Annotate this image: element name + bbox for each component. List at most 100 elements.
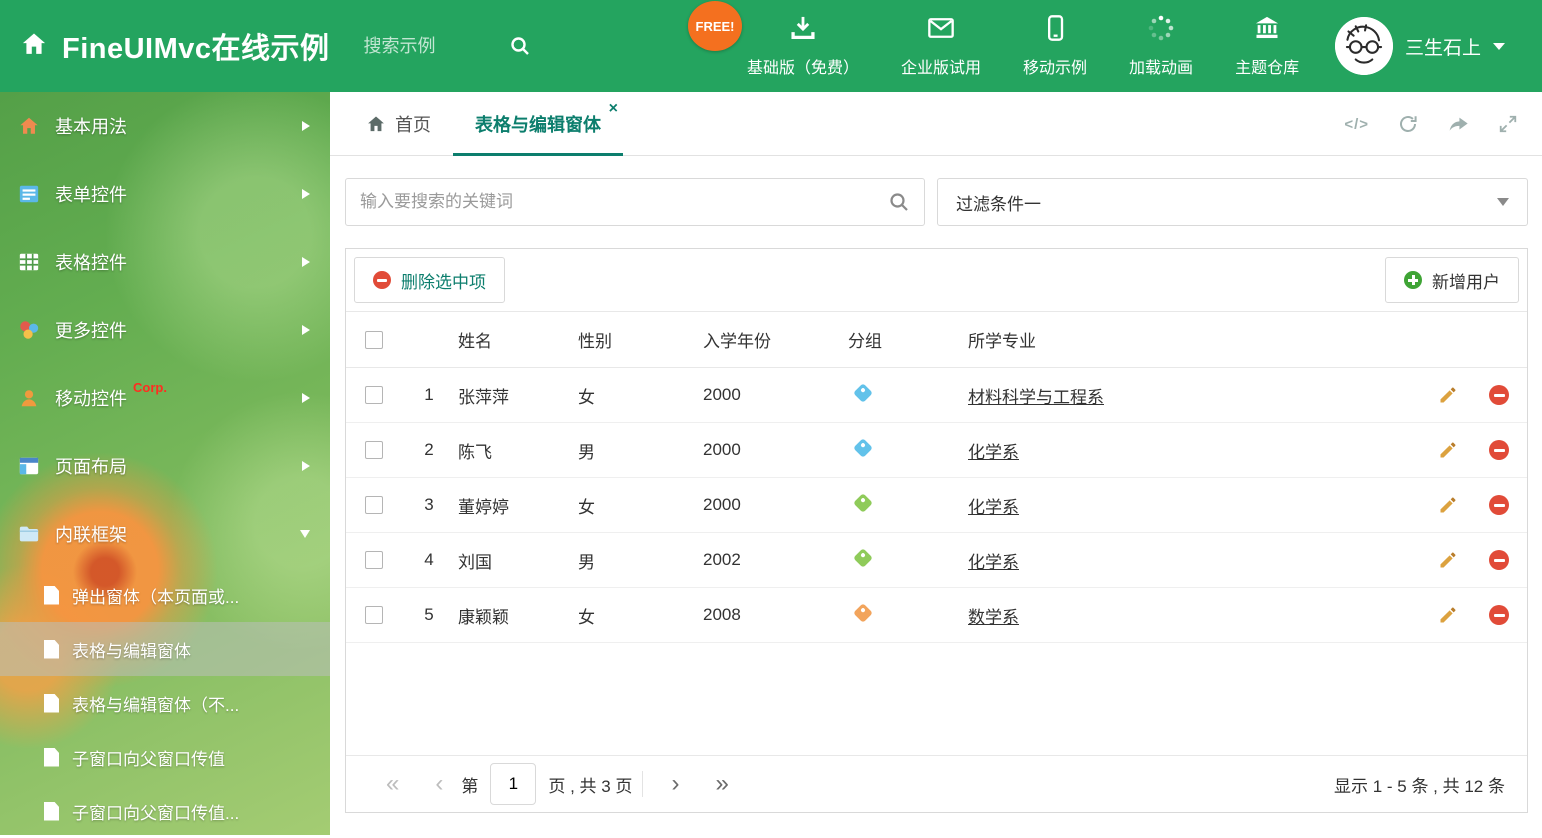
row-name: 陈飞 (458, 442, 492, 462)
sidebar-item-page-layout[interactable]: 页面布局 (0, 432, 330, 500)
sidebar-subitem-child-to-parent-2[interactable]: 子窗口向父窗口传值... (0, 784, 330, 838)
nav-item-enterprise-trial[interactable]: 企业版试用 (880, 0, 1002, 92)
page-label-suffix: 页 , 共 3 页 (548, 776, 633, 796)
bank-icon (1252, 14, 1282, 47)
row-checkbox[interactable] (365, 551, 383, 569)
table-row: 1 张萍萍 女 2000 材料科学与工程系 (346, 368, 1527, 423)
nav-item-mobile-demo[interactable]: 移动示例 (1002, 0, 1108, 92)
file-icon (44, 747, 59, 767)
edit-icon[interactable] (1438, 440, 1458, 460)
major-link[interactable]: 数学系 (968, 608, 1019, 627)
code-icon[interactable]: </> (1344, 116, 1369, 133)
header-search-input[interactable] (363, 35, 499, 57)
sidebar-subitem-grid-edit-window[interactable]: 表格与编辑窗体 (0, 622, 330, 676)
row-year: 2000 (703, 385, 741, 404)
row-name: 董婷婷 (458, 497, 509, 517)
row-checkbox[interactable] (365, 441, 383, 459)
keyword-search-input[interactable] (360, 192, 888, 212)
sidebar-item-grid-controls[interactable]: 表格控件 (0, 228, 330, 296)
mobile-controls-icon (18, 387, 40, 409)
row-gender: 男 (578, 552, 595, 572)
edit-icon[interactable] (1438, 385, 1458, 405)
sidebar-subitem-popup-window[interactable]: 弹出窗体（本页面或... (0, 568, 330, 622)
row-gender: 男 (578, 442, 595, 462)
home-icon (20, 30, 48, 63)
tab-home[interactable]: 首页 (344, 92, 453, 155)
delete-icon[interactable] (1489, 385, 1509, 405)
page-label-prefix: 第 (461, 776, 479, 796)
refresh-icon[interactable] (1397, 113, 1419, 135)
edit-icon[interactable] (1438, 495, 1458, 515)
file-icon (44, 693, 59, 713)
sidebar-subitem-child-to-parent[interactable]: 子窗口向父窗口传值 (0, 730, 330, 784)
record-summary: 显示 1 - 5 条 , 共 12 条 (1334, 776, 1505, 796)
major-link[interactable]: 材料科学与工程系 (968, 388, 1104, 407)
more-controls-icon (18, 319, 40, 341)
tab-grid-edit-window[interactable]: 表格与编辑窗体 × (453, 92, 623, 156)
first-page-button[interactable]: « (368, 772, 417, 796)
table-header-row: 姓名 性别 入学年份 分组 所学专业 (346, 312, 1527, 368)
header-nav: 基础版（免费） 企业版试用 移动示例 加载动画 主题仓库 (726, 0, 1320, 92)
corp-badge: Corp. (133, 380, 167, 395)
user-menu[interactable]: 三生石上 (1335, 0, 1506, 92)
brand[interactable]: FineUIMvc在线示例 (20, 25, 330, 67)
row-year: 2000 (703, 440, 741, 459)
tag-icon (853, 603, 873, 623)
chevron-down-icon (1493, 42, 1506, 50)
page-number-input[interactable] (490, 763, 537, 805)
edit-icon[interactable] (1438, 550, 1458, 570)
tag-icon (853, 383, 873, 403)
row-name: 康颖颖 (458, 607, 509, 627)
loading-spinner-icon (1147, 14, 1175, 47)
pagination-bar: « ‹ 第 页 , 共 3 页 › » 显示 1 - 5 条 , 共 12 条 (346, 755, 1527, 812)
expand-icon[interactable] (1498, 114, 1518, 134)
chevron-right-icon (302, 189, 310, 199)
mobile-icon (1041, 14, 1069, 47)
last-page-button[interactable]: » (697, 772, 746, 796)
free-badge: FREE! (688, 1, 742, 51)
nav-item-basic-free[interactable]: 基础版（免费） (726, 0, 880, 92)
prev-page-button[interactable]: ‹ (417, 772, 461, 796)
row-gender: 女 (578, 497, 595, 517)
keyword-search-box (345, 178, 925, 226)
sidebar-item-form-controls[interactable]: 表单控件 (0, 160, 330, 228)
major-link[interactable]: 化学系 (968, 553, 1019, 572)
row-checkbox[interactable] (365, 386, 383, 404)
search-icon[interactable] (888, 191, 910, 213)
search-icon[interactable] (509, 35, 531, 57)
sidebar: 基本用法 表单控件 表格控件 更多控件 移动控件 Corp. 页面布局 内联框架… (0, 92, 330, 835)
nav-item-loading-animation[interactable]: 加载动画 (1108, 0, 1214, 92)
delete-icon[interactable] (1489, 550, 1509, 570)
divider (642, 771, 644, 797)
sidebar-item-more-controls[interactable]: 更多控件 (0, 296, 330, 364)
row-checkbox[interactable] (365, 496, 383, 514)
delete-icon[interactable] (1489, 605, 1509, 625)
select-all-checkbox[interactable] (365, 330, 383, 349)
row-year: 2002 (703, 550, 741, 569)
next-page-button[interactable]: › (653, 772, 697, 796)
home-icon (18, 115, 40, 137)
filter-dropdown[interactable]: 过滤条件一 (937, 178, 1528, 226)
major-link[interactable]: 化学系 (968, 443, 1019, 462)
chevron-down-icon (300, 530, 310, 538)
delete-icon[interactable] (1489, 440, 1509, 460)
sidebar-item-mobile-controls[interactable]: 移动控件 Corp. (0, 364, 330, 432)
row-year: 2000 (703, 495, 741, 514)
chevron-right-icon (302, 461, 310, 471)
sidebar-item-iframe[interactable]: 内联框架 (0, 500, 330, 568)
main-content: 首页 表格与编辑窗体 × </> 过滤条件一 删除选中项 (330, 92, 1542, 835)
edit-icon[interactable] (1438, 605, 1458, 625)
delete-selected-button[interactable]: 删除选中项 (354, 257, 505, 303)
row-checkbox[interactable] (365, 606, 383, 624)
tab-toolbar: </> (1344, 92, 1518, 156)
minus-circle-icon (373, 271, 391, 289)
major-link[interactable]: 化学系 (968, 498, 1019, 517)
close-icon[interactable]: × (609, 101, 618, 117)
delete-icon[interactable] (1489, 495, 1509, 515)
sidebar-item-basic-usage[interactable]: 基本用法 (0, 92, 330, 160)
sidebar-subitem-grid-edit-window-2[interactable]: 表格与编辑窗体（不... (0, 676, 330, 730)
row-name: 刘国 (458, 552, 492, 572)
nav-item-theme-repo[interactable]: 主题仓库 (1214, 0, 1320, 92)
share-icon[interactable] (1447, 113, 1470, 135)
add-user-button[interactable]: 新增用户 (1385, 257, 1519, 303)
